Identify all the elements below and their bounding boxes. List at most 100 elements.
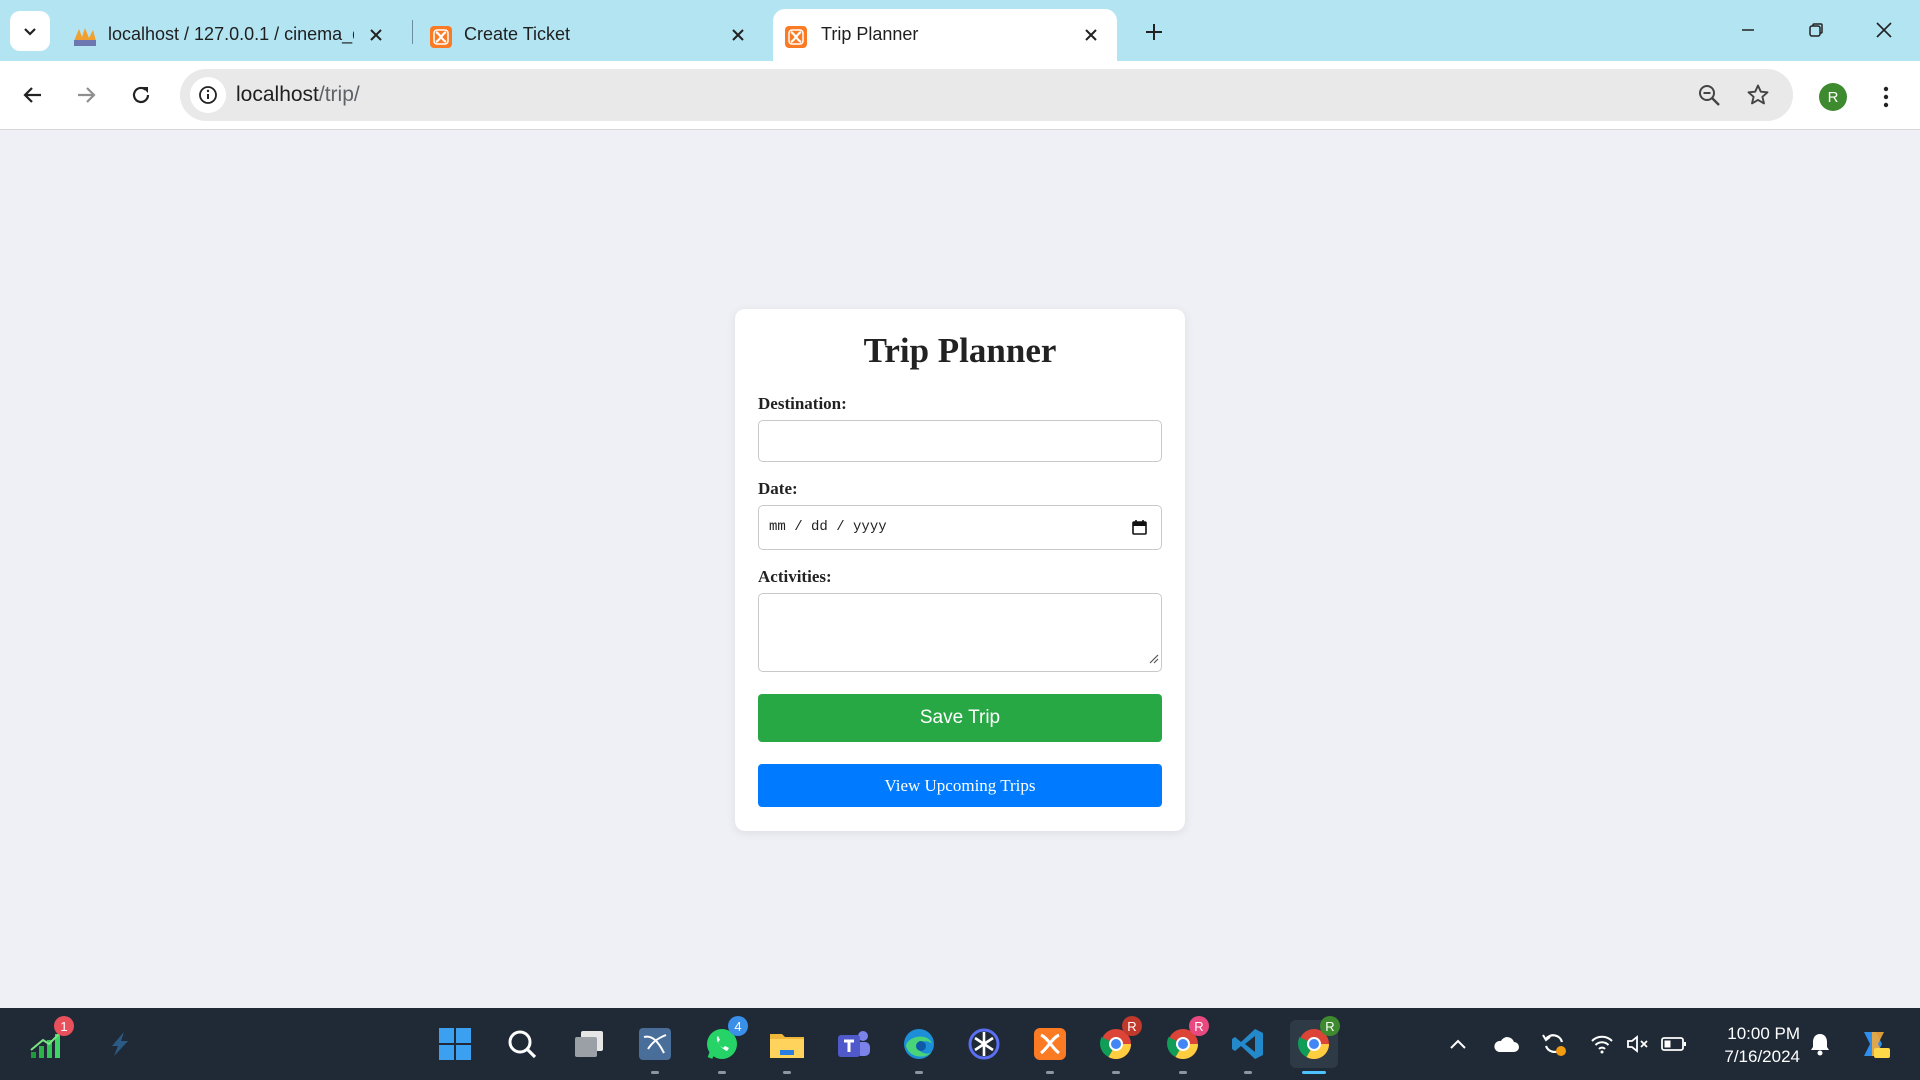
reload-button[interactable]: [121, 75, 161, 115]
xampp-icon: [430, 26, 452, 48]
widgets-badge: 1: [54, 1016, 74, 1036]
wifi-icon: [1591, 1035, 1613, 1054]
zoom-button[interactable]: [1695, 81, 1723, 109]
bookmark-button[interactable]: [1744, 81, 1772, 109]
new-tab-button[interactable]: [1138, 16, 1170, 48]
xampp-icon: [1034, 1028, 1066, 1060]
edge-icon: [904, 1029, 934, 1059]
arrow-left-icon: [23, 87, 41, 103]
clock[interactable]: 10:00 PM 7/16/2024: [1704, 1022, 1800, 1068]
chrome-profile-badge: R: [1320, 1016, 1340, 1036]
running-indicator: [783, 1071, 791, 1074]
close-tab-icon[interactable]: [726, 23, 750, 47]
url-host: localhost: [236, 83, 319, 106]
windows-taskbar: 1 4 R R R 10:00 PM 7/16/2024: [0, 1008, 1920, 1080]
page-viewport: Trip Planner Destination: Date: mm / dd …: [0, 130, 1920, 1008]
search-icon: [508, 1030, 537, 1059]
folder-icon: [770, 1034, 804, 1058]
teams-icon: [838, 1031, 870, 1057]
copilot-button[interactable]: [1856, 1026, 1892, 1062]
network-button[interactable]: [1588, 1030, 1616, 1058]
running-indicator: [1046, 1071, 1054, 1074]
xampp-icon: [785, 26, 807, 48]
forward-button[interactable]: [66, 75, 106, 115]
mysql-workbench-icon: [639, 1028, 671, 1060]
tab-title: localhost / 127.0.0.1 / cinema_d: [108, 24, 354, 44]
chevron-up-icon: [1450, 1039, 1466, 1049]
task-view-icon: [575, 1031, 603, 1057]
mysql-workbench-button[interactable]: [631, 1020, 679, 1074]
running-indicator: [718, 1071, 726, 1074]
tab-search-button[interactable]: [10, 11, 50, 51]
whatsapp-badge: 4: [728, 1016, 748, 1036]
minimize-icon: [1742, 29, 1754, 31]
date-placeholder: mm / dd / yyyy: [769, 519, 887, 535]
destination-input[interactable]: [758, 420, 1162, 462]
clock-time: 10:00 PM: [1727, 1024, 1800, 1043]
volume-button[interactable]: [1624, 1030, 1652, 1058]
task-view-button[interactable]: [565, 1020, 613, 1068]
activities-label: Activities:: [758, 567, 832, 586]
close-window-button[interactable]: [1864, 14, 1904, 46]
arrow-right-icon: [78, 87, 96, 103]
show-hidden-icons-button[interactable]: [1444, 1030, 1472, 1058]
chrome-profile-button-2[interactable]: R: [1159, 1016, 1209, 1074]
star-icon: [1747, 84, 1769, 105]
tab-create-ticket[interactable]: Create Ticket: [420, 9, 764, 61]
running-indicator: [915, 1071, 923, 1074]
resize-grip-icon[interactable]: [1147, 651, 1159, 669]
plus-icon: [1146, 24, 1162, 40]
date-input[interactable]: mm / dd / yyyy: [758, 505, 1162, 550]
battery-icon: [1661, 1037, 1686, 1051]
restore-button[interactable]: [1796, 14, 1836, 46]
tab-title: Create Ticket: [464, 24, 571, 44]
file-explorer-button[interactable]: [763, 1020, 811, 1074]
close-tab-icon[interactable]: [364, 23, 388, 47]
url-text[interactable]: localhost/trip/: [236, 83, 360, 107]
browser-menu-button[interactable]: [1872, 81, 1900, 113]
sync-icon: [1542, 1034, 1566, 1056]
phpmyadmin-icon: [72, 25, 98, 47]
onedrive-button[interactable]: [1492, 1030, 1520, 1058]
browser-toolbar: localhost/trip/ R: [0, 61, 1920, 130]
chrome-profile-button-3[interactable]: R: [1290, 1016, 1340, 1074]
start-button[interactable]: [431, 1020, 479, 1068]
back-button[interactable]: [13, 75, 53, 115]
zoom-out-icon: [1699, 85, 1720, 106]
cloud-icon: [1494, 1037, 1519, 1052]
chevron-down-icon: [24, 28, 36, 36]
sync-button[interactable]: [1540, 1030, 1568, 1058]
activities-textarea[interactable]: [758, 593, 1162, 672]
widgets-button[interactable]: 1: [24, 1016, 74, 1068]
save-trip-button[interactable]: Save Trip: [758, 694, 1162, 742]
notifications-button[interactable]: [1806, 1030, 1834, 1058]
vscode-button[interactable]: [1224, 1020, 1272, 1074]
info-icon: [199, 86, 217, 104]
copilot-icon: [1864, 1032, 1890, 1058]
vscode-icon: [1232, 1029, 1263, 1059]
running-indicator: [1112, 1071, 1120, 1074]
close-tab-icon[interactable]: [1079, 23, 1103, 47]
app-stripes-icon: [112, 1032, 128, 1056]
tab-strip: localhost / 127.0.0.1 / cinema_d Create …: [0, 0, 1920, 61]
pinned-app-button[interactable]: [97, 1020, 145, 1068]
view-upcoming-trips-button[interactable]: View Upcoming Trips: [758, 764, 1162, 807]
chrome-profile-button-1[interactable]: R: [1092, 1016, 1142, 1074]
battery-button[interactable]: [1660, 1030, 1688, 1058]
calendar-icon[interactable]: [1132, 519, 1147, 540]
tab-phpmyadmin[interactable]: localhost / 127.0.0.1 / cinema_d: [64, 9, 402, 61]
address-bar[interactable]: localhost/trip/: [180, 69, 1793, 121]
pinned-app-button-2[interactable]: [960, 1020, 1008, 1068]
xampp-button[interactable]: [1026, 1020, 1074, 1074]
teams-button[interactable]: [829, 1020, 877, 1068]
site-info-button[interactable]: [190, 77, 226, 113]
whatsapp-button[interactable]: 4: [698, 1016, 748, 1074]
tab-trip-planner[interactable]: Trip Planner: [773, 9, 1117, 61]
tab-separator: [412, 20, 413, 44]
profile-avatar[interactable]: R: [1819, 83, 1847, 111]
running-indicator: [1244, 1071, 1252, 1074]
search-button[interactable]: [498, 1020, 546, 1068]
minimize-button[interactable]: [1728, 14, 1768, 46]
clock-date: 7/16/2024: [1724, 1047, 1800, 1066]
edge-button[interactable]: [895, 1020, 943, 1074]
